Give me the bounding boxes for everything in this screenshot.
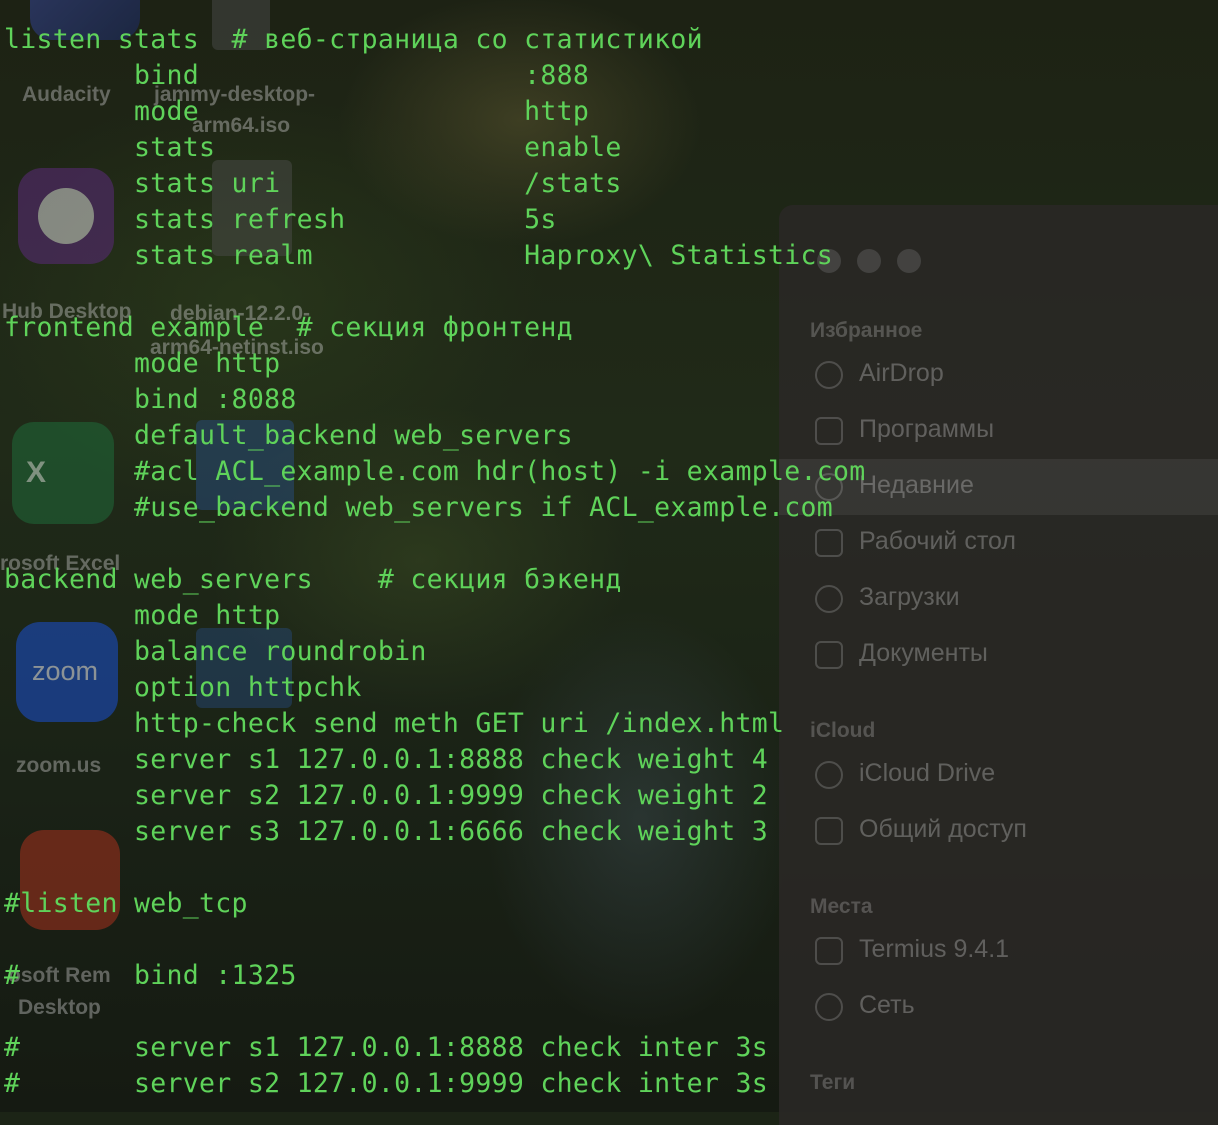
terminal-line: server s2 127.0.0.1:9999 check weight 2 <box>4 780 768 811</box>
terminal-line: server s3 127.0.0.1:6666 check weight 3 <box>4 816 768 847</box>
terminal-line: default_backend web_servers <box>4 420 573 451</box>
terminal-line: mode http <box>4 348 281 379</box>
terminal-line: #acl ACL_example.com hdr(host) -i exampl… <box>4 456 866 487</box>
terminal-line: bind :8088 <box>4 384 297 415</box>
terminal-line: backend web_servers # секция бэкенд <box>4 564 622 595</box>
terminal-line: option httpchk <box>4 672 362 703</box>
terminal-line: balance roundrobin <box>4 636 427 667</box>
terminal-line: #use_backend web_servers if ACL_example.… <box>4 492 833 523</box>
terminal-line: stats refresh 5s <box>4 204 557 235</box>
terminal-line: bind :888 <box>4 60 590 91</box>
terminal-output[interactable]: listen stats # веб-страница со статистик… <box>0 0 1218 1112</box>
terminal-line: stats realm Haproxy\ Statistics <box>4 240 833 271</box>
terminal-line: server s1 127.0.0.1:8888 check weight 4 <box>4 744 768 775</box>
terminal-line: # server s1 127.0.0.1:8888 check inter 3… <box>4 1032 768 1063</box>
terminal-line: # server s2 127.0.0.1:9999 check inter 3… <box>4 1068 768 1099</box>
terminal-line: http-check send meth GET uri /index.html <box>4 708 785 739</box>
terminal-line: stats uri /stats <box>4 168 622 199</box>
terminal-line: mode http <box>4 600 281 631</box>
terminal-line: frontend example # секция фронтенд <box>4 312 573 343</box>
terminal-line: # bind :1325 <box>4 960 297 991</box>
terminal-line: mode http <box>4 96 590 127</box>
terminal-line: stats enable <box>4 132 622 163</box>
terminal-line: listen stats # веб-страница со статистик… <box>4 24 703 55</box>
terminal-line: #listen web_tcp <box>4 888 248 919</box>
